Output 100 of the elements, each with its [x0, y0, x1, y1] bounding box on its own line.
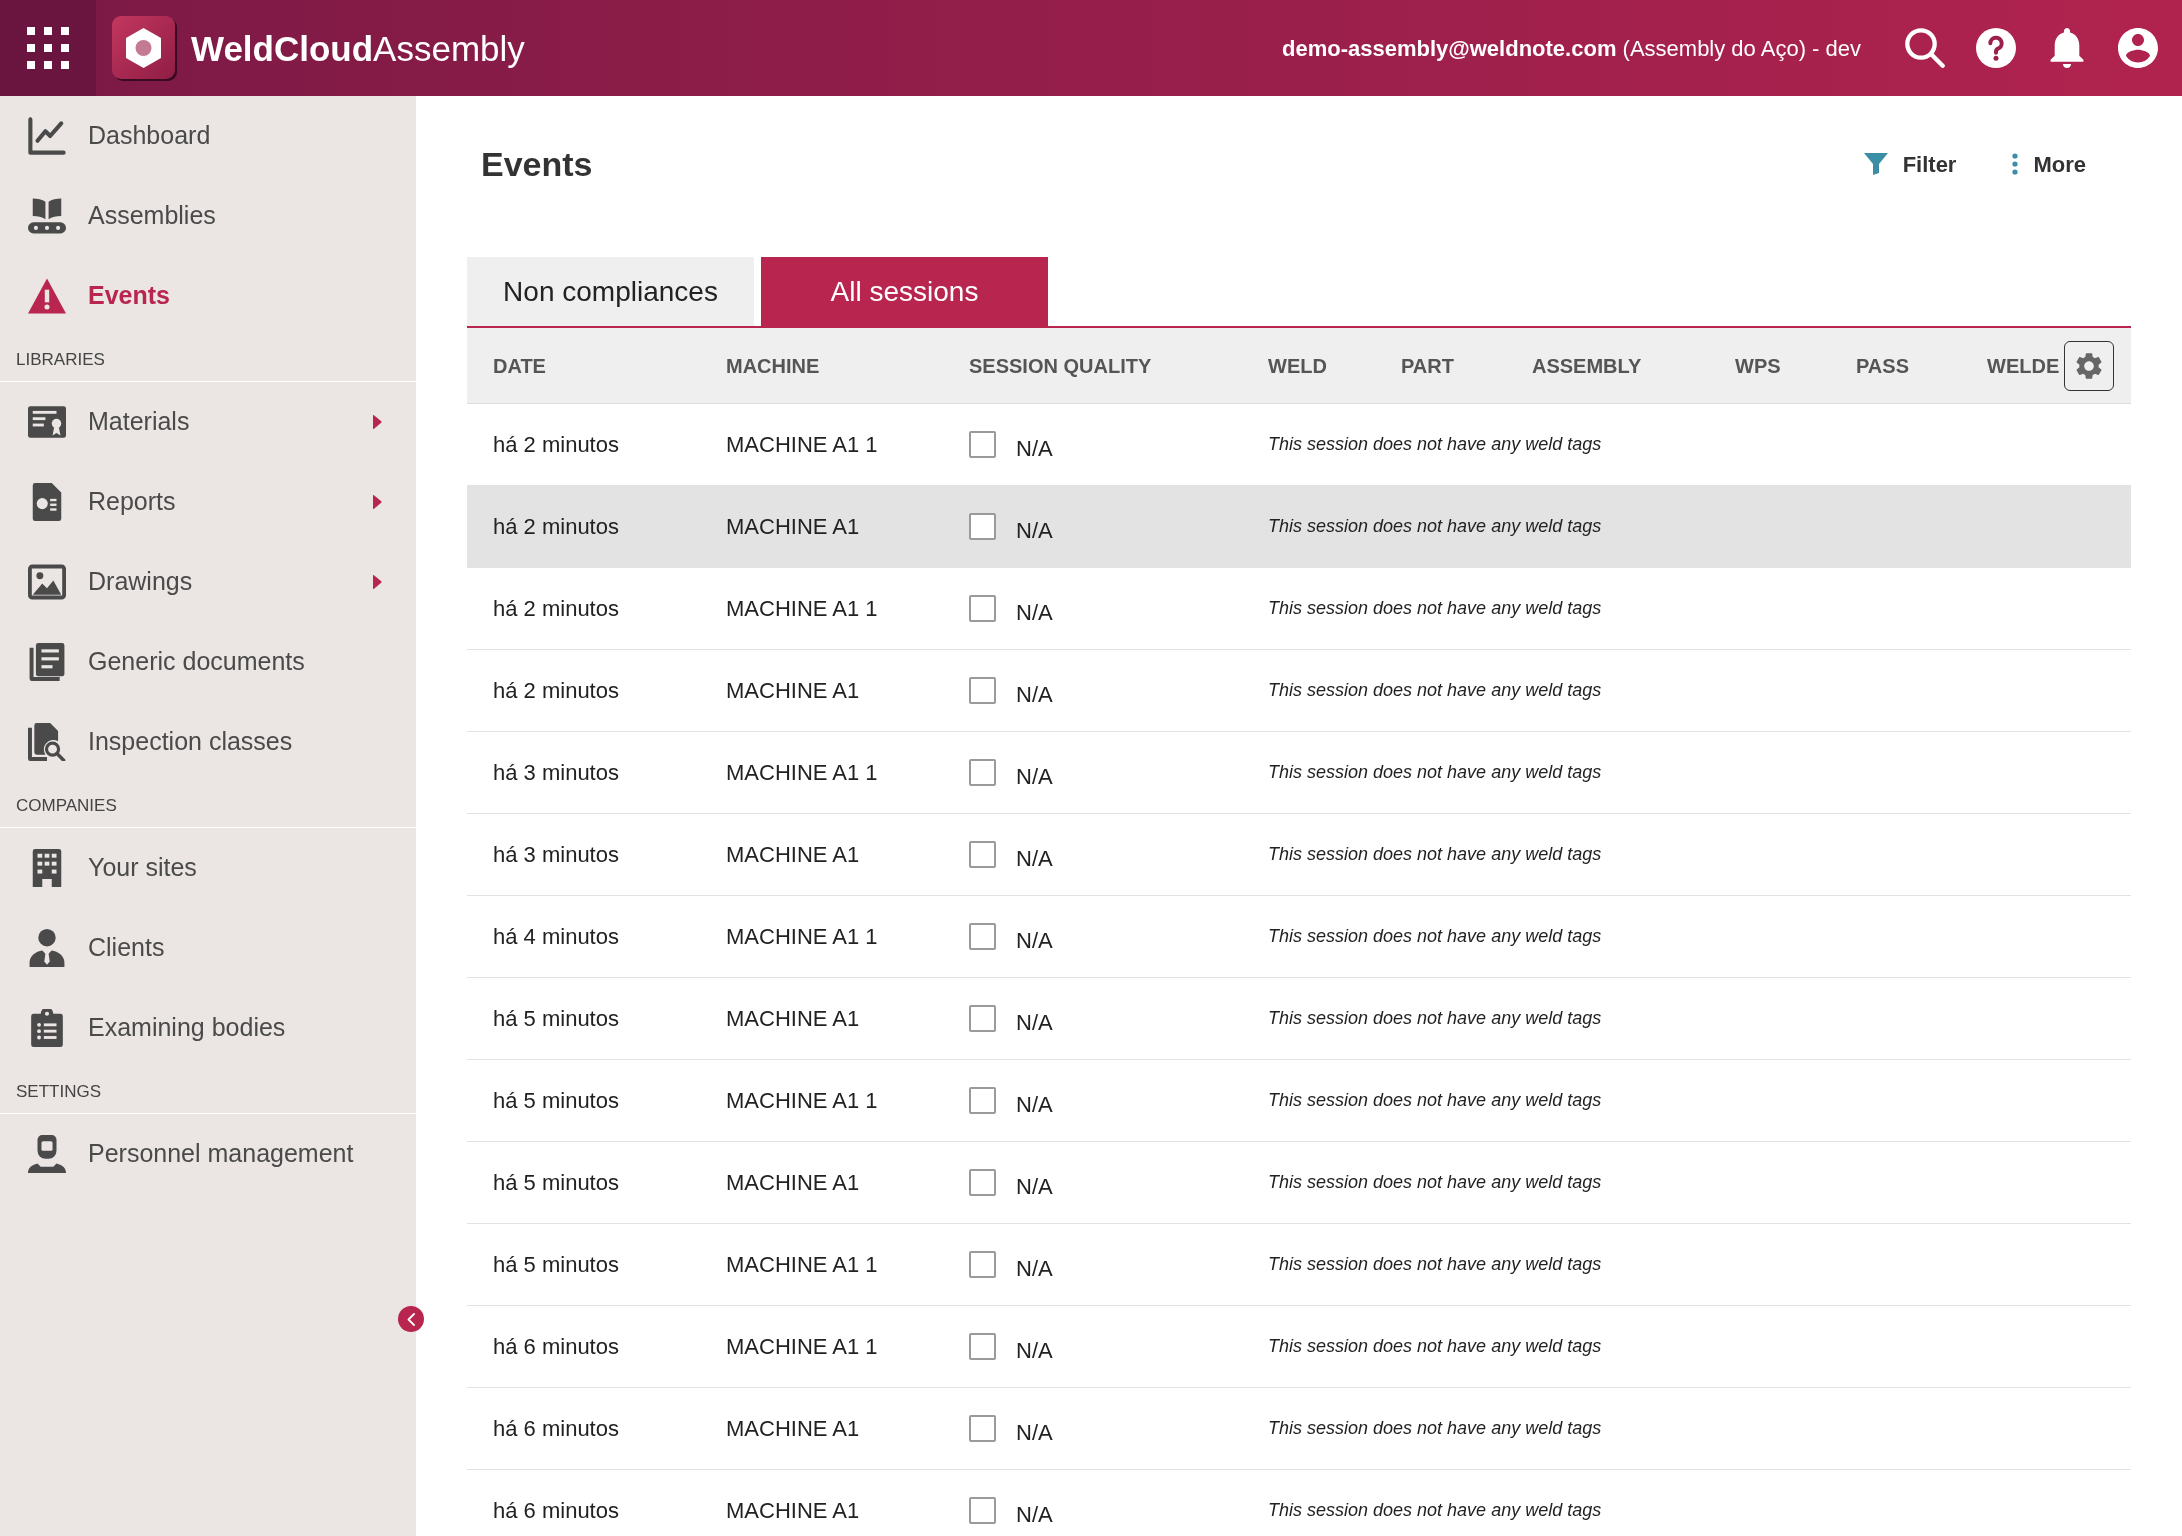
toolbar-button[interactable]: Filter — [1863, 147, 1957, 181]
date-cell-text: há 2 minutos — [493, 595, 619, 623]
date-cell-text: há 4 minutos — [493, 923, 619, 951]
weld-tags-note: This session does not have any weld tags — [1268, 1499, 1602, 1522]
date-cell-text: há 3 minutos — [493, 759, 619, 787]
help-icon[interactable] — [1976, 28, 2016, 68]
checkbox[interactable] — [969, 513, 996, 540]
quality-value: N/A — [1016, 599, 1053, 627]
column-header: MACHINE — [726, 353, 820, 379]
machine-cell-text: MACHINE A1 1 — [726, 759, 878, 787]
date-cell-text: há 5 minutos — [493, 1169, 619, 1197]
date-cell-text: há 6 minutos — [493, 1333, 619, 1361]
date-cell-text: há 2 minutos — [493, 513, 619, 541]
date-cell-text: há 2 minutos — [493, 677, 619, 705]
table-row[interactable]: há 2 minutos MACHINE A1 N/A This session does not have any weld tags — [467, 486, 2131, 568]
sidebar-item[interactable]: Dashboard — [0, 96, 416, 176]
column-header: SESSION QUALITY — [969, 353, 1152, 379]
weld-tags-note: This session does not have any weld tags — [1268, 597, 1602, 620]
collapse-sidebar-button[interactable] — [398, 1306, 424, 1332]
filter-icon — [1863, 153, 1888, 175]
toolbar-button[interactable]: More — [2012, 147, 2086, 181]
date-cell-text: há 5 minutos — [493, 1251, 619, 1279]
checkbox[interactable] — [969, 1497, 996, 1524]
sidebar-item[interactable]: Your sites — [0, 828, 416, 908]
checkbox[interactable] — [969, 841, 996, 868]
quality-value: N/A — [1016, 681, 1053, 709]
machine-cell-text: MACHINE A1 1 — [726, 1333, 878, 1361]
logo-icon — [112, 15, 177, 81]
apps-menu-button[interactable] — [0, 0, 96, 96]
section-label: LIBRARIES — [0, 336, 416, 382]
caret-right-icon — [372, 494, 382, 510]
checkbox[interactable] — [969, 1333, 996, 1360]
checkbox[interactable] — [969, 1169, 996, 1196]
checkbox[interactable] — [969, 1251, 996, 1278]
column-header: WELD — [1268, 353, 1327, 379]
checkbox[interactable] — [969, 1087, 996, 1114]
machine-cell-text: MACHINE A1 1 — [726, 1251, 878, 1279]
weld-tags-note: This session does not have any weld tags — [1268, 1417, 1602, 1440]
documents-icon — [28, 643, 66, 681]
person-icon — [28, 929, 66, 967]
checkbox[interactable] — [969, 759, 996, 786]
caret-right-icon — [372, 414, 382, 430]
column-header: WPS — [1735, 353, 1781, 379]
sidebar-item[interactable]: Generic documents — [0, 622, 416, 702]
weld-tags-note: This session does not have any weld tags — [1268, 515, 1602, 538]
checkbox[interactable] — [969, 1415, 996, 1442]
tab[interactable]: Non compliances — [467, 257, 754, 326]
quality-value: N/A — [1016, 1091, 1053, 1119]
weld-tags-note: This session does not have any weld tags — [1268, 1253, 1602, 1276]
quality-value: N/A — [1016, 763, 1053, 791]
machine-cell-text: MACHINE A1 1 — [726, 1087, 878, 1115]
checkbox[interactable] — [969, 677, 996, 704]
caret-right-icon — [372, 574, 382, 590]
quality-value: N/A — [1016, 1419, 1053, 1447]
weld-tags-note: This session does not have any weld tags — [1268, 1089, 1602, 1112]
column-header: PASS — [1856, 353, 1909, 379]
sidebar-item[interactable]: Drawings — [0, 542, 416, 622]
weld-tags-note: This session does not have any weld tags — [1268, 679, 1602, 702]
more-vertical-icon — [2012, 153, 2019, 175]
machine-cell-text: MACHINE A1 1 — [726, 923, 878, 951]
checkbox[interactable] — [969, 431, 996, 458]
user-avatar-icon[interactable] — [2118, 28, 2158, 68]
sidebar-item[interactable]: Assemblies — [0, 176, 416, 256]
tab[interactable]: All sessions — [761, 257, 1048, 326]
user-info: demo-assembly@weldnote.com (Assembly do Aço) - dev — [1282, 34, 1861, 63]
machine-cell-text: MACHINE A1 — [726, 1415, 860, 1443]
search-icon[interactable] — [1905, 28, 1945, 68]
column-header: ASSEMBLY — [1532, 353, 1642, 379]
document-search-icon — [28, 723, 66, 761]
column-header: PART — [1401, 353, 1454, 379]
weld-tags-note: This session does not have any weld tags — [1268, 1335, 1602, 1358]
machine-cell-text: MACHINE A1 — [726, 1169, 860, 1197]
helmet-person-icon — [28, 1135, 66, 1173]
book-conveyor-icon — [28, 197, 66, 235]
quality-value: N/A — [1016, 927, 1053, 955]
date-cell-text: há 5 minutos — [493, 1005, 619, 1033]
machine-cell-text: MACHINE A1 — [726, 1497, 860, 1525]
date-cell-text: há 5 minutos — [493, 1087, 619, 1115]
weld-tags-note: This session does not have any weld tags — [1268, 925, 1602, 948]
machine-cell-text: MACHINE A1 — [726, 677, 860, 705]
sidebar-item[interactable]: Reports — [0, 462, 416, 542]
date-cell-text: há 3 minutos — [493, 841, 619, 869]
machine-cell-text: MACHINE A1 1 — [726, 595, 878, 623]
sidebar-item[interactable]: Events — [0, 256, 416, 336]
machine-cell-text: MACHINE A1 1 — [726, 431, 878, 459]
sidebar-item[interactable]: Inspection classes — [0, 702, 416, 782]
section-label: COMPANIES — [0, 782, 416, 828]
certificate-icon — [28, 403, 66, 441]
quality-value: N/A — [1016, 845, 1053, 873]
quality-value: N/A — [1016, 435, 1053, 463]
quality-value: N/A — [1016, 1337, 1053, 1365]
checkbox[interactable] — [969, 1005, 996, 1032]
sidebar-item[interactable]: Personnel management — [0, 1114, 416, 1194]
column-header: DATE — [493, 353, 546, 379]
sidebar-item[interactable]: Materials — [0, 382, 416, 462]
sidebar-item[interactable]: Clients — [0, 908, 416, 988]
checkbox[interactable] — [969, 595, 996, 622]
column-settings-button[interactable] — [2064, 341, 2114, 391]
sidebar-item[interactable]: Examining bodies — [0, 988, 416, 1068]
checkbox[interactable] — [969, 923, 996, 950]
